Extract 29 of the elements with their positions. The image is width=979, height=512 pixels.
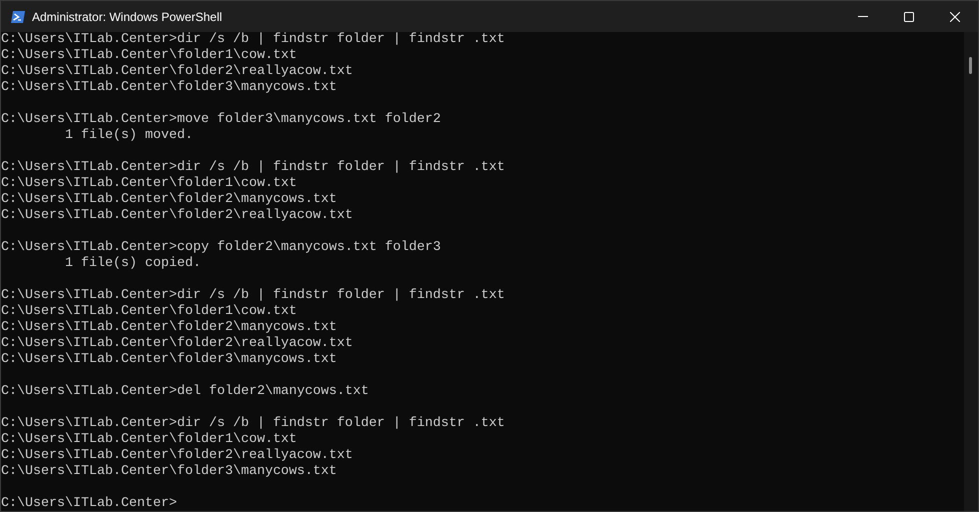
- console-line: C:\Users\ITLab.Center\folder2\reallyacow.txt: [1, 448, 353, 464]
- console-line: C:\Users\ITLab.Center\folder1\cow.txt: [1, 176, 297, 192]
- console-line: C:\Users\ITLab.Center>: [1, 496, 177, 511]
- console-line: C:\Users\ITLab.Center\folder3\manycows.txt: [1, 352, 337, 368]
- minimize-icon: [858, 16, 868, 17]
- maximize-icon: [904, 12, 914, 22]
- console-line: C:\Users\ITLab.Center\folder3\manycows.txt: [1, 464, 337, 480]
- console-line: C:\Users\ITLab.Center>dir /s /b | findstr folder | findstr .txt: [1, 160, 505, 176]
- console-line: C:\Users\ITLab.Center>move folder3\manycows.txt folder2: [1, 112, 441, 128]
- console-line: C:\Users\ITLab.Center>dir /s /b | findstr folder | findstr .txt: [1, 288, 505, 304]
- console-line: 1 file(s) copied.: [64, 256, 201, 272]
- console-line: C:\Users\ITLab.Center>dir /s /b | findstr folder | findstr .txt: [1, 32, 505, 48]
- console-line: C:\Users\ITLab.Center\folder1\cow.txt: [1, 48, 297, 64]
- scrollbar-thumb[interactable]: [969, 57, 972, 74]
- console-line: C:\Users\ITLab.Center\folder1\cow.txt: [1, 432, 297, 448]
- powershell-icon: [10, 8, 26, 24]
- console-line: C:\Users\ITLab.Center\folder3\manycows.txt: [1, 80, 337, 96]
- console-line: C:\Users\ITLab.Center\folder2\reallyacow.txt: [1, 336, 353, 352]
- console-line: C:\Users\ITLab.Center\folder2\manycows.txt: [1, 320, 337, 336]
- console-line: C:\Users\ITLab.Center\folder2\manycows.txt: [1, 192, 337, 208]
- console-line: C:\Users\ITLab.Center\folder2\reallyacow.txt: [1, 64, 353, 80]
- console-line: C:\Users\ITLab.Center\folder1\cow.txt: [1, 304, 297, 320]
- close-icon: [950, 12, 960, 22]
- console-line: C:\Users\ITLab.Center\folder2\reallyacow.txt: [1, 208, 353, 224]
- console-line: 1 file(s) moved.: [64, 128, 193, 144]
- console-line: C:\Users\ITLab.Center>del folder2\manycows.txt: [1, 384, 369, 400]
- console-line: C:\Users\ITLab.Center>copy folder2\manycows.txt folder3: [1, 240, 441, 256]
- console-line: C:\Users\ITLab.Center>dir /s /b | findstr folder | findstr .txt: [1, 416, 505, 432]
- window-title: Administrator: Windows PowerShell: [32, 8, 222, 26]
